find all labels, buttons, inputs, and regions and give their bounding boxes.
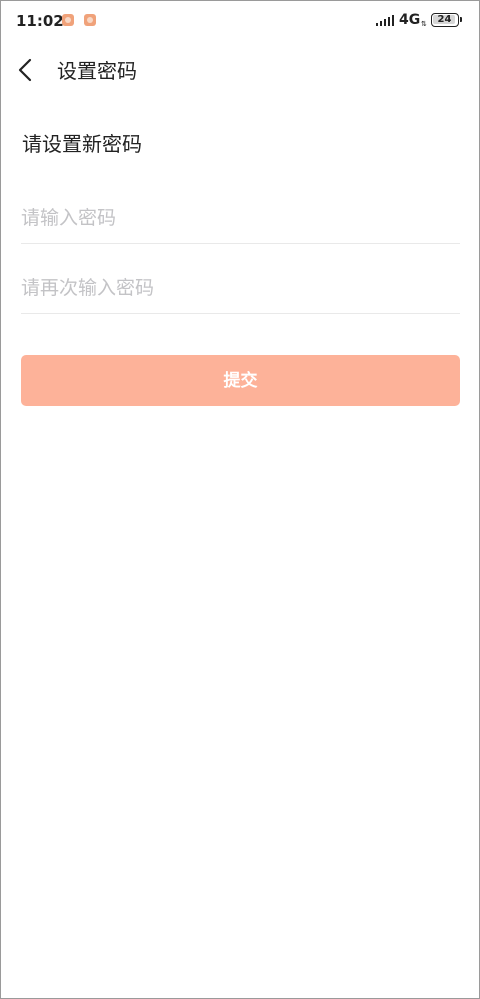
section-title: 请设置新密码 xyxy=(22,132,142,156)
status-time: 11:02 xyxy=(16,12,64,30)
signal-strength-icon xyxy=(376,15,394,26)
confirm-password-field xyxy=(21,263,460,314)
battery-icon: 24 xyxy=(431,13,462,27)
status-bar: 11:02 4G ⇅ 24 xyxy=(0,0,480,42)
confirm-password-input[interactable] xyxy=(21,263,460,313)
network-type-label: 4G xyxy=(399,12,421,28)
password-input[interactable] xyxy=(21,193,460,243)
back-button[interactable] xyxy=(10,48,46,88)
app-notification-icon xyxy=(84,14,96,26)
battery-percent: 24 xyxy=(437,14,452,25)
submit-button[interactable]: 提交 xyxy=(21,355,460,406)
app-notification-icon xyxy=(62,14,74,26)
header-bar: 设置密码 xyxy=(0,42,480,94)
password-field xyxy=(21,193,460,244)
chevron-left-icon xyxy=(18,58,32,82)
page-title: 设置密码 xyxy=(57,59,137,83)
data-activity-icon: ⇅ xyxy=(421,20,427,28)
